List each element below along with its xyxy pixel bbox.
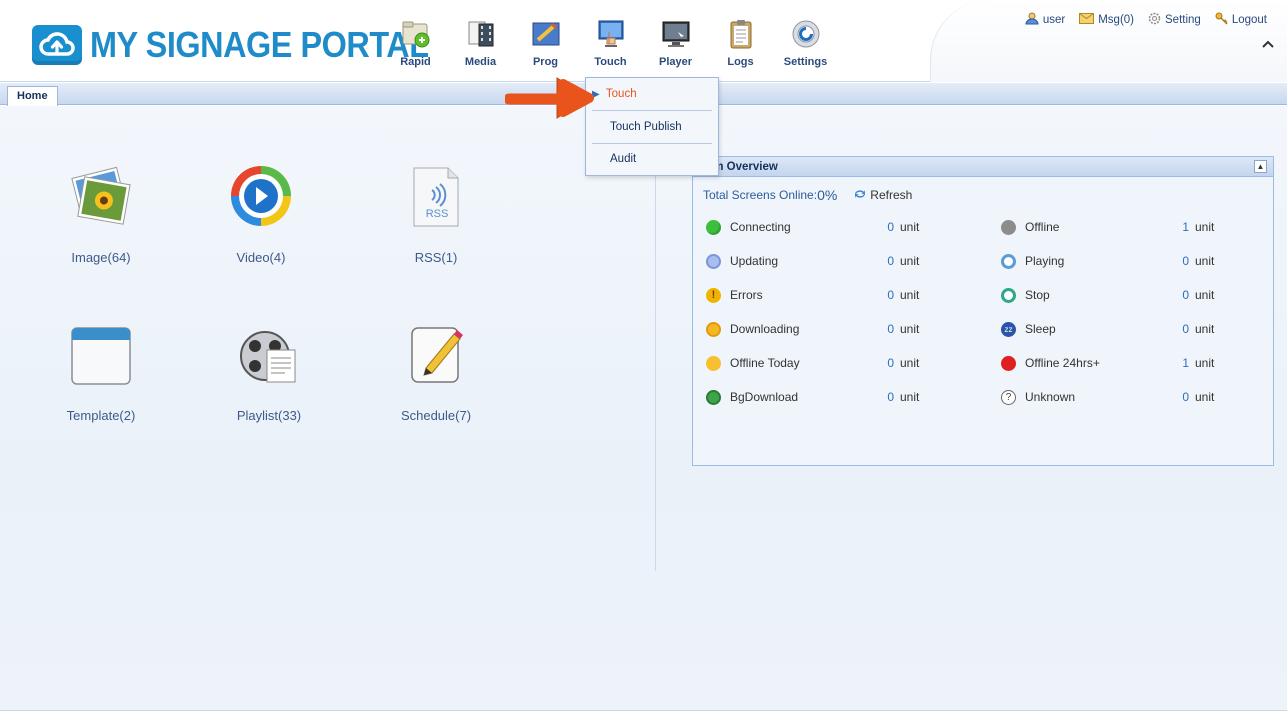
status-sleep: zz Sleep 0 unit xyxy=(1001,319,1214,339)
nav-media[interactable]: Media xyxy=(448,16,513,76)
image-icon xyxy=(67,162,135,230)
tile-template[interactable]: Template(2) xyxy=(46,320,156,423)
menu-item-touch[interactable]: ▶ Touch xyxy=(586,83,718,105)
pointer-arrow-icon xyxy=(503,62,595,142)
menu-separator xyxy=(592,143,712,144)
unknown-icon: ? xyxy=(1001,389,1016,405)
template-icon xyxy=(67,320,135,388)
menu-item-audit[interactable]: Audit xyxy=(586,148,718,170)
player-icon xyxy=(660,18,692,50)
total-online: Total Screens Online: 0% Refresh xyxy=(703,187,913,203)
rss-icon-text: RSS xyxy=(425,208,449,220)
online-percentage: 0% xyxy=(817,187,838,203)
menu-separator xyxy=(592,110,712,111)
connecting-icon xyxy=(706,219,721,235)
offline-24hrs-icon xyxy=(1001,355,1016,371)
downloading-icon xyxy=(706,321,721,337)
touch-icon xyxy=(595,18,627,50)
collapse-header-button[interactable] xyxy=(1259,34,1277,52)
schedule-icon xyxy=(402,320,470,388)
menu-item-touch-publish[interactable]: Touch Publish xyxy=(586,116,718,138)
status-connecting: Connecting 0 unit xyxy=(706,217,919,237)
status-bgdownload: BgDownload 0 unit xyxy=(706,387,919,407)
error-icon: ! xyxy=(706,287,721,303)
rss-icon: RSS xyxy=(402,162,470,230)
status-errors: ! Errors 0 unit xyxy=(706,285,919,305)
column-divider xyxy=(655,126,656,571)
chevron-up-icon xyxy=(1262,35,1274,51)
header: MY SIGNAGE PORTAL Rapid Media Prog Touch xyxy=(0,0,1287,82)
nav-player[interactable]: Player xyxy=(643,16,708,76)
tile-image[interactable]: Image(64) xyxy=(46,162,156,265)
playing-icon xyxy=(1001,253,1016,269)
mail-icon xyxy=(1079,13,1095,27)
panel-collapse-button[interactable]: ▲ xyxy=(1254,160,1267,173)
rapid-icon xyxy=(400,18,432,50)
offline-icon xyxy=(1001,219,1016,235)
key-icon xyxy=(1215,12,1228,28)
refresh-icon xyxy=(853,188,867,203)
touch-dropdown-menu: ▶ Touch Touch Publish Audit xyxy=(585,77,719,176)
status-updating: Updating 0 unit xyxy=(706,251,919,271)
main-nav: Rapid Media Prog Touch Player Logs Setti… xyxy=(383,16,838,76)
tab-home[interactable]: Home xyxy=(7,86,58,106)
offline-today-icon xyxy=(706,355,721,371)
top-links: user Msg(0) Setting Logout xyxy=(1025,12,1267,28)
setting-link[interactable]: Setting xyxy=(1148,12,1201,28)
user-link[interactable]: user xyxy=(1025,12,1065,28)
video-icon xyxy=(227,162,295,230)
nav-logs[interactable]: Logs xyxy=(708,16,773,76)
media-icon xyxy=(465,18,497,50)
gear-icon xyxy=(1148,12,1161,28)
status-offline: Offline 1 unit xyxy=(1001,217,1214,237)
tile-video[interactable]: Video(4) xyxy=(206,162,316,265)
messages-link[interactable]: Msg(0) xyxy=(1079,12,1134,28)
footer xyxy=(0,710,1287,726)
system-overview-panel: tem Overview ▲ Total Screens Online: 0% … xyxy=(692,156,1274,466)
nav-settings[interactable]: Settings xyxy=(773,16,838,76)
settings-icon xyxy=(790,18,822,50)
status-offline-24hrs: Offline 24hrs+ 1 unit xyxy=(1001,353,1214,373)
logout-link[interactable]: Logout xyxy=(1215,12,1267,28)
status-stop: Stop 0 unit xyxy=(1001,285,1214,305)
playlist-icon xyxy=(235,320,303,388)
updating-icon xyxy=(706,253,721,269)
status-unknown: ? Unknown 0 unit xyxy=(1001,387,1214,407)
logs-icon xyxy=(725,18,757,50)
user-icon xyxy=(1025,12,1039,28)
tile-rss[interactable]: RSS RSS(1) xyxy=(381,162,491,265)
logo-text: MY SIGNAGE PORTAL xyxy=(90,24,429,65)
program-icon xyxy=(530,18,562,50)
nav-rapid[interactable]: Rapid xyxy=(383,16,448,76)
bgdownload-icon xyxy=(706,389,721,405)
main-content: Image(64) Video(4) RSS RSS(1) Template(2… xyxy=(0,106,1287,710)
refresh-button[interactable]: Refresh xyxy=(853,188,912,203)
status-offline-today: Offline Today 0 unit xyxy=(706,353,919,373)
panel-header: tem Overview ▲ xyxy=(693,157,1273,177)
stop-icon xyxy=(1001,287,1016,303)
sleep-icon: zz xyxy=(1001,321,1016,337)
cloud-upload-icon xyxy=(32,25,82,65)
tile-schedule[interactable]: Schedule(7) xyxy=(381,320,491,423)
tile-playlist[interactable]: Playlist(33) xyxy=(214,320,324,423)
status-playing: Playing 0 unit xyxy=(1001,251,1214,271)
status-downloading: Downloading 0 unit xyxy=(706,319,919,339)
